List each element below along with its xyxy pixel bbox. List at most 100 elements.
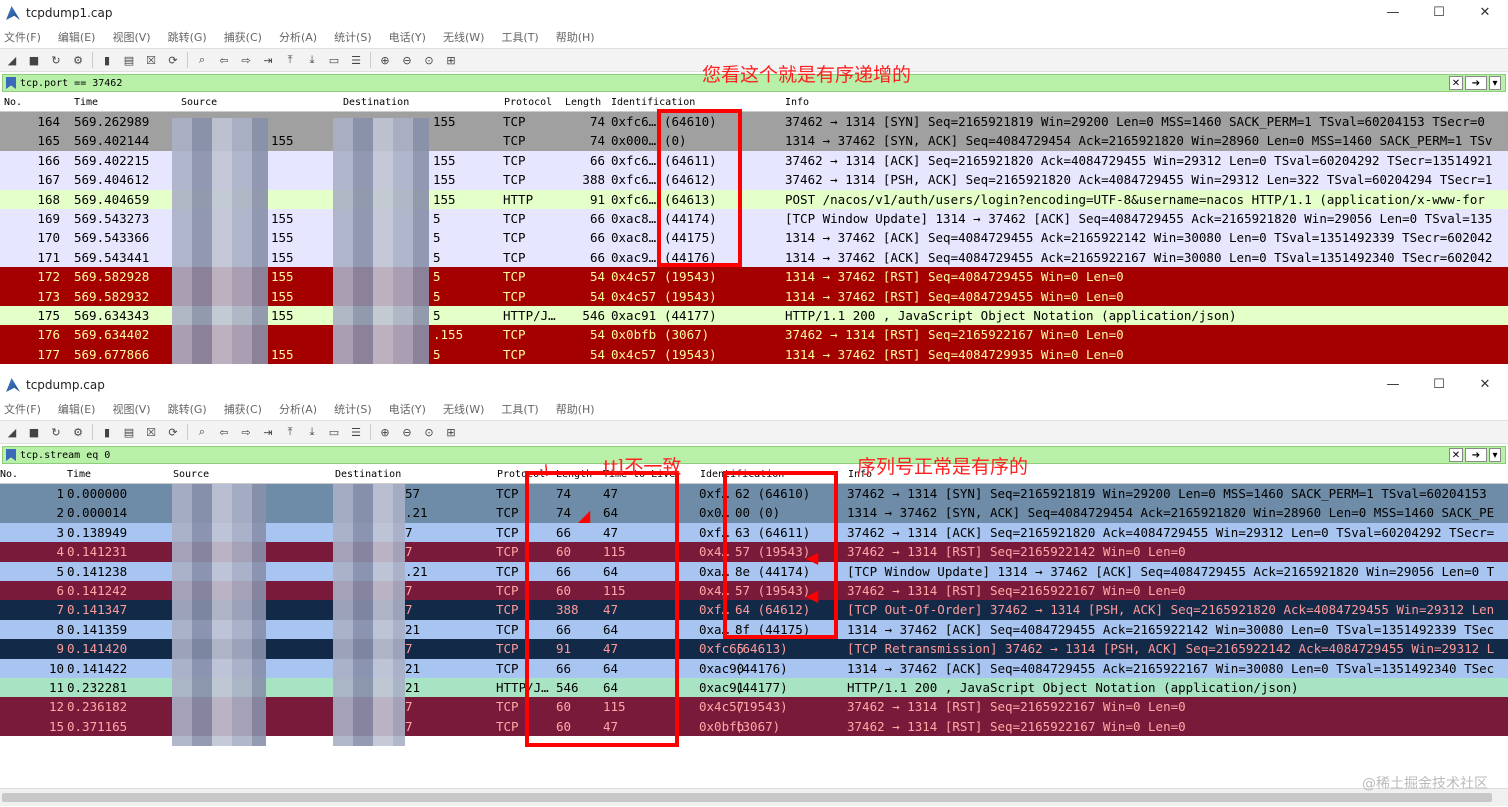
col-identification[interactable]: Identification [611,97,695,108]
last-packet-icon[interactable]: ⤓ [304,52,320,68]
fin-start-icon[interactable]: ◢ [4,52,20,68]
apply-filter-icon[interactable]: ➔ [1465,448,1487,462]
clear-filter-icon[interactable]: ✕ [1449,448,1463,462]
col-length[interactable]: Length [565,97,601,108]
bookmark-icon[interactable] [6,77,16,89]
col-source[interactable]: Source [173,469,209,480]
restart-icon[interactable]: ↻ [48,52,64,68]
filter-dropdown-icon[interactable]: ▾ [1489,76,1501,90]
menu-item[interactable]: 无线(W) [443,29,484,45]
autoscroll-icon[interactable]: ▭ [326,52,342,68]
maximize-button[interactable]: ☐ [1416,0,1462,26]
cell-idn: (19543) [664,288,717,304]
menu-item[interactable]: 跳转(G) [168,29,207,45]
display-filter-input[interactable]: tcp.stream eq 0 [20,450,110,461]
fin-start-icon[interactable]: ◢ [4,424,20,440]
menu-item[interactable]: 编辑(E) [58,401,96,417]
horizontal-scrollbar[interactable] [0,788,1508,806]
filter-dropdown-icon[interactable]: ▾ [1489,448,1501,462]
col-no[interactable]: No. [4,97,22,108]
first-packet-icon[interactable]: ⤒ [282,52,298,68]
close-button[interactable]: ✕ [1462,0,1508,26]
cell-info: 37462 → 1314 [ACK] Seq=2165921820 Ack=40… [847,524,1495,540]
menu-item[interactable]: 文件(F) [4,29,41,45]
close-button[interactable]: ✕ [1462,372,1508,398]
wireshark-fin-icon [6,378,20,392]
normal-size-icon[interactable]: ⊙ [421,424,437,440]
options-icon[interactable]: ⚙ [70,424,86,440]
menu-item[interactable]: 电话(Y) [389,401,426,417]
find-icon[interactable]: ⌕ [194,424,210,440]
col-protocol[interactable]: Protocol [504,97,552,108]
normal-size-icon[interactable]: ⊙ [421,52,437,68]
minimize-button[interactable]: — [1370,0,1416,26]
open-file-icon[interactable]: ▮ [99,424,115,440]
display-filter-input[interactable]: tcp.port == 37462 [20,78,122,89]
zoom-in-icon[interactable]: ⊕ [377,52,393,68]
open-file-icon[interactable]: ▮ [99,52,115,68]
apply-filter-icon[interactable]: ➔ [1465,76,1487,90]
back-icon[interactable]: ⇦ [216,52,232,68]
goto-icon[interactable]: ⇥ [260,52,276,68]
menu-item[interactable]: 统计(S) [334,401,372,417]
menu-item[interactable]: 统计(S) [334,29,372,45]
reload-icon[interactable]: ⟳ [165,52,181,68]
minimize-button[interactable]: — [1370,372,1416,398]
goto-icon[interactable]: ⇥ [260,424,276,440]
zoom-in-icon[interactable]: ⊕ [377,424,393,440]
cell-dst: 7 [405,699,413,715]
col-time[interactable]: Time [74,97,98,108]
stop-icon[interactable]: ■ [26,52,42,68]
scrollbar-thumb[interactable] [2,793,1492,802]
last-packet-icon[interactable]: ⤓ [304,424,320,440]
zoom-out-icon[interactable]: ⊖ [399,424,415,440]
bookmark-icon[interactable] [6,449,16,461]
find-icon[interactable]: ⌕ [194,52,210,68]
options-icon[interactable]: ⚙ [70,52,86,68]
col-destination[interactable]: Destination [335,469,401,480]
menu-item[interactable]: 捕获(C) [224,29,262,45]
toolbar-separator [370,424,371,440]
colorize-icon[interactable]: ☰ [348,424,364,440]
file-set-icon[interactable]: ▤ [121,424,137,440]
first-packet-icon[interactable]: ⤒ [282,424,298,440]
menu-item[interactable]: 视图(V) [112,29,150,45]
menu-item[interactable]: 文件(F) [4,401,41,417]
toolbar-separator [92,52,93,68]
menu-item[interactable]: 工具(T) [501,29,538,45]
close-file-icon[interactable]: ☒ [143,52,159,68]
restart-icon[interactable]: ↻ [48,424,64,440]
col-info[interactable]: Info [785,97,809,108]
menu-item[interactable]: 跳转(G) [168,401,207,417]
colorize-icon[interactable]: ☰ [348,52,364,68]
menu-item[interactable]: 分析(A) [279,401,317,417]
menu-item[interactable]: 帮助(H) [556,29,595,45]
resize-columns-icon[interactable]: ⊞ [443,424,459,440]
close-file-icon[interactable]: ☒ [143,424,159,440]
clear-filter-icon[interactable]: ✕ [1449,76,1463,90]
col-destination[interactable]: Destination [343,97,409,108]
menu-item[interactable]: 无线(W) [443,401,484,417]
col-source[interactable]: Source [181,97,217,108]
forward-icon[interactable]: ⇨ [238,424,254,440]
wireshark-window-1: tcpdump1.cap — ☐ ✕ 文件(F) 编辑(E) 视图(V) 跳转(G) 捕… [0,0,1508,372]
display-filter-bar[interactable]: tcp.stream eq 0 ✕ ➔ ▾ [2,446,1506,464]
menu-item[interactable]: 工具(T) [501,401,538,417]
menu-item[interactable]: 编辑(E) [58,29,96,45]
reload-icon[interactable]: ⟳ [165,424,181,440]
menu-item[interactable]: 捕获(C) [224,401,262,417]
resize-columns-icon[interactable]: ⊞ [443,52,459,68]
autoscroll-icon[interactable]: ▭ [326,424,342,440]
file-set-icon[interactable]: ▤ [121,52,137,68]
maximize-button[interactable]: ☐ [1416,372,1462,398]
zoom-out-icon[interactable]: ⊖ [399,52,415,68]
menu-item[interactable]: 视图(V) [112,401,150,417]
col-no[interactable]: No. [0,469,18,480]
forward-icon[interactable]: ⇨ [238,52,254,68]
stop-icon[interactable]: ■ [26,424,42,440]
back-icon[interactable]: ⇦ [216,424,232,440]
menu-item[interactable]: 电话(Y) [389,29,426,45]
menu-item[interactable]: 分析(A) [279,29,317,45]
col-time[interactable]: Time [67,469,91,480]
menu-item[interactable]: 帮助(H) [556,401,595,417]
